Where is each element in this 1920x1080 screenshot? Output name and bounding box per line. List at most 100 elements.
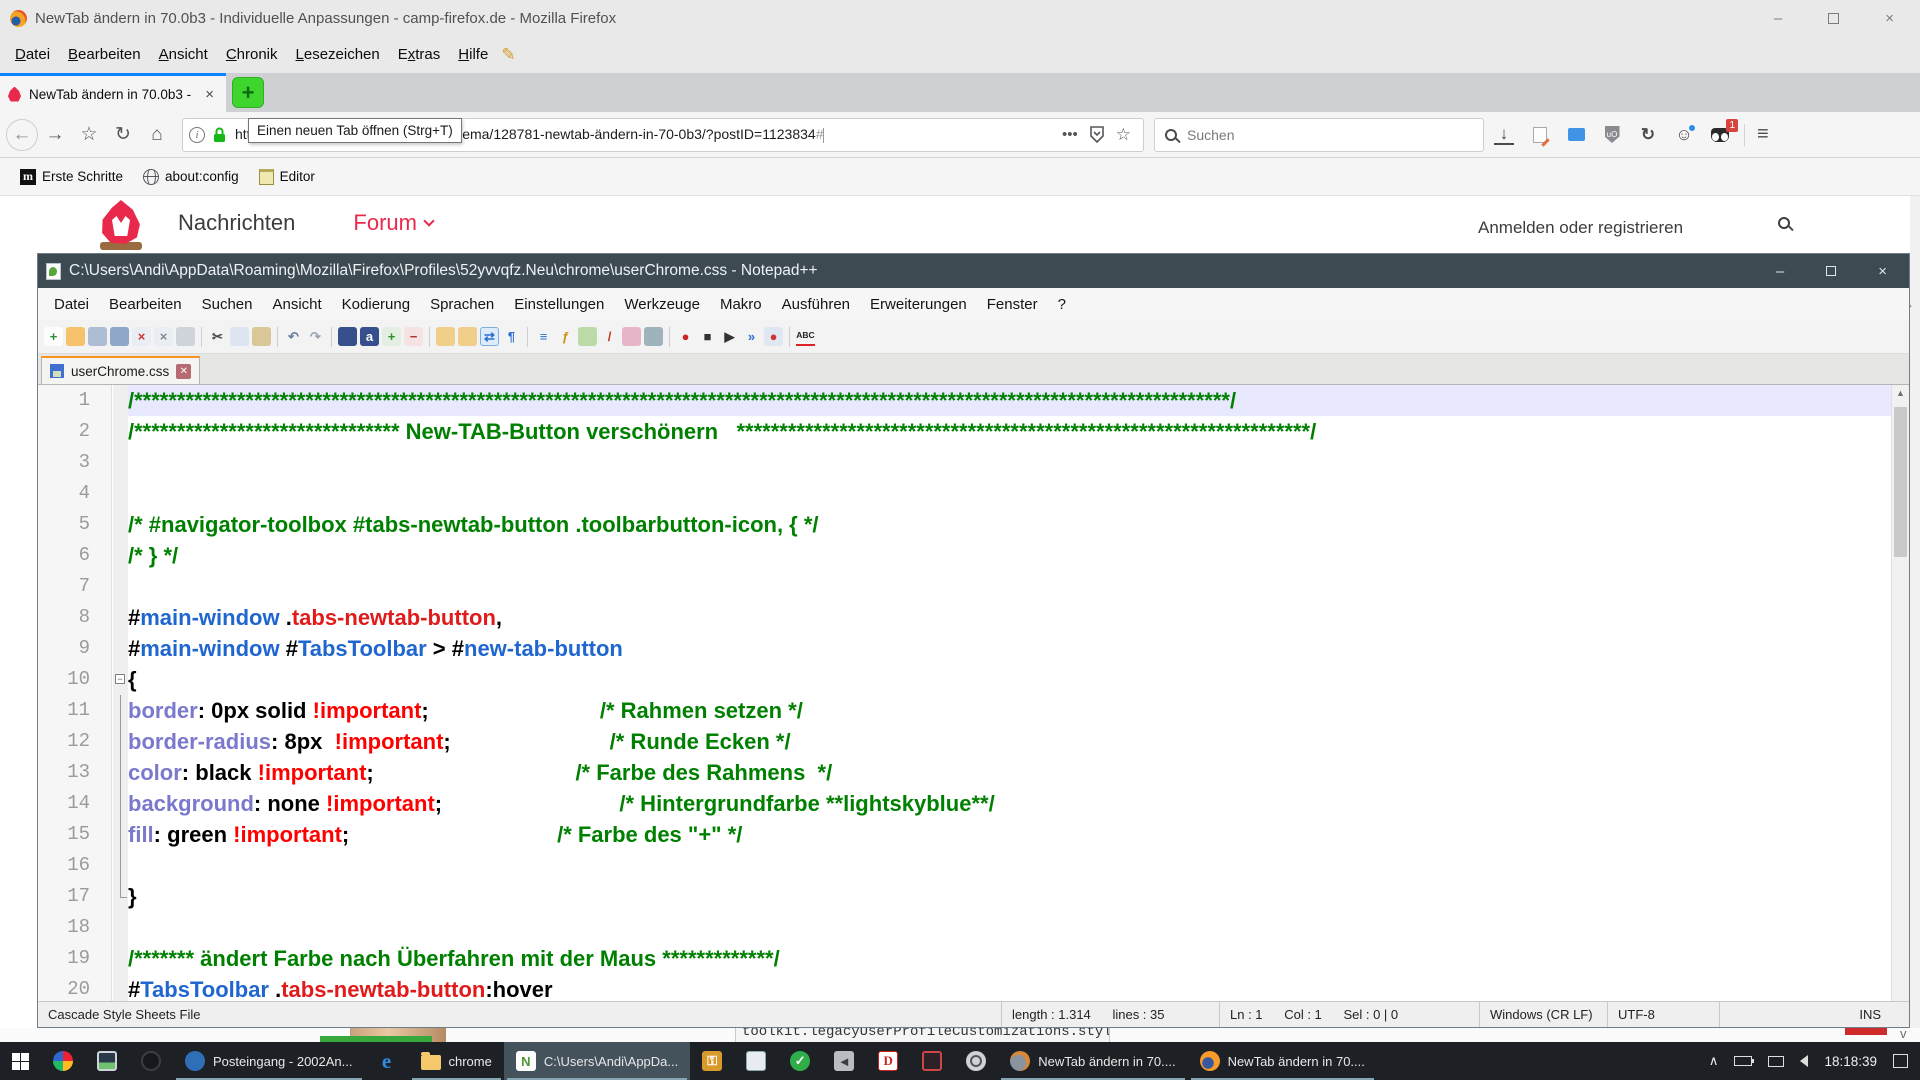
toolbar-macro-stop-icon[interactable]: ■ (698, 327, 717, 346)
toolbar-cut-icon[interactable]: ✂ (208, 327, 227, 346)
toolbar-redo-icon[interactable]: ↷ (306, 327, 325, 346)
npp-menu-ansicht[interactable]: Ansicht (262, 292, 331, 317)
fold-marker[interactable] (113, 695, 128, 726)
campfirefox-logo[interactable] (100, 200, 142, 252)
ff-menu-chronik[interactable]: Chronik (217, 42, 287, 67)
page-nav-forum[interactable]: Forum (353, 210, 433, 236)
page-nav-nachrichten[interactable]: Nachrichten (178, 210, 295, 236)
ff-menu-hilfe[interactable]: Hilfe (449, 42, 497, 67)
d-tool-app[interactable]: D (866, 1042, 910, 1080)
npp-menu-help[interactable]: ? (1048, 292, 1076, 317)
tab-newtab-aendern[interactable]: NewTab ändern in 70.0b3 - × (0, 73, 226, 112)
toolbar-save-icon[interactable] (88, 327, 107, 346)
monitor-chart-app[interactable] (85, 1042, 129, 1080)
pinwheel-app[interactable] (41, 1042, 85, 1080)
code-line-20[interactable]: #TabsToolbar .tabs-newtab-button:hover (128, 974, 1891, 1001)
pocket-shield-icon[interactable] (1089, 126, 1105, 143)
toolbar-print-icon[interactable] (176, 327, 195, 346)
notepadpp-titlebar[interactable]: C:\Users\Andi\AppData\Roaming\Mozilla\Fi… (38, 254, 1909, 288)
code-line-16[interactable] (128, 850, 1891, 881)
fold-marker[interactable] (113, 819, 128, 850)
edge-app[interactable]: e (365, 1042, 409, 1080)
toolbar-zoom-out-icon[interactable]: − (404, 327, 423, 346)
downloads-icon[interactable]: ↓ (1494, 125, 1514, 145)
code-line-2[interactable]: /******************************* New-TAB… (128, 416, 1891, 447)
code-line-1[interactable]: /***************************************… (128, 385, 1891, 416)
code-line-10[interactable]: { (128, 664, 1891, 695)
page-scrollbar[interactable] (1910, 196, 1920, 1042)
ff-menu-extras[interactable]: Extras (389, 42, 450, 67)
browser-circle-app[interactable] (129, 1042, 173, 1080)
fold-marker[interactable] (113, 757, 128, 788)
toolbar-sync-scroll-v-icon[interactable] (436, 327, 455, 346)
notes-extension-icon[interactable] (1530, 125, 1550, 145)
code-line-4[interactable] (128, 478, 1891, 509)
toolbar-indent-guide-icon[interactable]: ≡ (534, 327, 553, 346)
firefox-taskbar-window[interactable]: NewTab ändern in 70.... (1188, 1042, 1377, 1080)
toolbar-word-wrap-icon[interactable]: ⇄ (480, 327, 499, 346)
pencil-icon[interactable]: ✎ (501, 45, 515, 65)
npp-menu-kodierung[interactable]: Kodierung (332, 292, 420, 317)
notepadpp-taskbar-window[interactable]: NC:\Users\Andi\AppDa... (504, 1042, 690, 1080)
code-line-3[interactable] (128, 447, 1891, 478)
close-button[interactable]: × (1885, 10, 1894, 27)
doc-tab-userchrome[interactable]: userChrome.css ✕ (41, 356, 200, 384)
code-line-7[interactable] (128, 571, 1891, 602)
code-line-12[interactable]: border-radius: 8px !important; /* Runde … (128, 726, 1891, 757)
scroll-down-chevron-icon[interactable]: v (1900, 1028, 1907, 1041)
toolbar-monitoring-icon[interactable] (644, 327, 663, 346)
new-tab-button[interactable]: + (232, 77, 264, 108)
toolbar-zoom-in-icon[interactable]: + (382, 327, 401, 346)
hamburger-menu-icon[interactable]: ≡ (1745, 123, 1787, 146)
npp-menu-einstellungen[interactable]: Einstellungen (504, 292, 614, 317)
editor-scrollbar[interactable]: ▲ (1891, 385, 1909, 1001)
fold-marker[interactable] (113, 850, 128, 881)
account-avatar-icon[interactable]: ☺ (1674, 125, 1694, 145)
action-center-icon[interactable] (1893, 1054, 1908, 1068)
code-line-8[interactable]: #main-window .tabs-newtab-button, (128, 602, 1891, 633)
folder-extension-icon[interactable] (1566, 125, 1586, 145)
toolbar-copy-icon[interactable] (230, 327, 249, 346)
battery-icon[interactable] (1734, 1056, 1752, 1066)
code-line-13[interactable]: color: black !important; /* Farbe des Ra… (128, 757, 1891, 788)
status-ok-app[interactable]: ✓ (778, 1042, 822, 1080)
toolbar-function-list-icon[interactable]: ƒ (556, 327, 575, 346)
toolbar-save-all-icon[interactable] (110, 327, 129, 346)
code-line-11[interactable]: border: 0px solid !important; /* Rahmen … (128, 695, 1891, 726)
npp-menu-makro[interactable]: Makro (710, 292, 772, 317)
home-icon[interactable]: ⌂ (140, 118, 174, 152)
volume-icon[interactable] (1800, 1055, 1808, 1067)
code-line-19[interactable]: /******* ändert Farbe nach Überfahren mi… (128, 943, 1891, 974)
bookmark-page-star-icon[interactable]: ☆ (1110, 125, 1137, 145)
start-button[interactable] (0, 1042, 41, 1080)
search-bar[interactable]: Suchen (1154, 118, 1484, 152)
toolbar-sync-scroll-h-icon[interactable] (458, 327, 477, 346)
page-search-icon[interactable] (1778, 216, 1790, 234)
scrollbar-up-icon[interactable]: ▲ (1892, 385, 1909, 402)
code-line-15[interactable]: fill: green !important; /* Farbe des "+"… (128, 819, 1891, 850)
toolbar-open-folder-icon[interactable] (66, 327, 85, 346)
ff-menu-bearbeiten[interactable]: Bearbeiten (59, 42, 150, 67)
scrollbar-thumb[interactable] (1894, 407, 1907, 557)
reload-icon[interactable]: ↻ (106, 118, 140, 152)
site-info-icon[interactable]: i (189, 127, 205, 143)
notes-app[interactable] (734, 1042, 778, 1080)
code-line-14[interactable]: background: none !important; /* Hintergr… (128, 788, 1891, 819)
toolbar-find-icon[interactable] (338, 327, 357, 346)
npp-menu-bearbeiten[interactable]: Bearbeiten (99, 292, 192, 317)
toolbar-show-all-chars-icon[interactable]: ¶ (502, 327, 521, 346)
fold-marker[interactable] (113, 726, 128, 757)
npp-minimize-button[interactable]: – (1776, 263, 1784, 280)
toolbar-doc-map-icon[interactable] (578, 327, 597, 346)
npp-menu-datei[interactable]: Datei (44, 292, 99, 317)
npp-close-button[interactable]: × (1878, 263, 1887, 280)
ff-menu-lesezeichen[interactable]: Lesezeichen (287, 42, 389, 67)
toolbar-close-all-icon[interactable]: × (154, 327, 173, 346)
bookmark-star-icon[interactable]: ☆ (72, 118, 106, 152)
ublock-shield-icon[interactable]: uO (1602, 125, 1622, 145)
npp-menu-werkzeuge[interactable]: Werkzeuge (614, 292, 710, 317)
maximize-button[interactable] (1828, 13, 1839, 24)
audio-app[interactable]: ◄ (822, 1042, 866, 1080)
page-actions-icon[interactable]: ••• (1056, 126, 1084, 143)
tray-chevron-up-icon[interactable]: ∧ (1709, 1053, 1719, 1069)
